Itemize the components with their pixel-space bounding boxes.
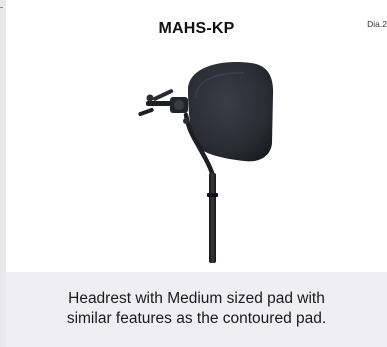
headrest-with-mounting-hardware-icon xyxy=(138,62,274,263)
arm-joint xyxy=(183,118,189,124)
caption-line-1: Headrest with Medium sized pad with xyxy=(68,290,325,307)
margin-tick xyxy=(0,7,3,8)
product-card: MAHS-KP Dia.2 Headrest with Medium sized… xyxy=(6,0,387,347)
lever-knob xyxy=(146,94,154,102)
document-page: MAHS-KP Dia.2 Headrest with Medium sized… xyxy=(0,0,387,347)
headrest-image xyxy=(126,55,276,265)
mount-bar-handle xyxy=(138,107,154,117)
support-pole xyxy=(209,173,216,263)
clamp-knob xyxy=(174,100,184,110)
product-title: MAHS-KP xyxy=(158,20,235,37)
caption: Headrest with Medium sized pad with simi… xyxy=(6,289,387,329)
pole-collar xyxy=(207,193,218,197)
figure-label: Dia.2 xyxy=(367,19,387,29)
caption-line-2: similar features as the contoured pad. xyxy=(66,310,327,327)
